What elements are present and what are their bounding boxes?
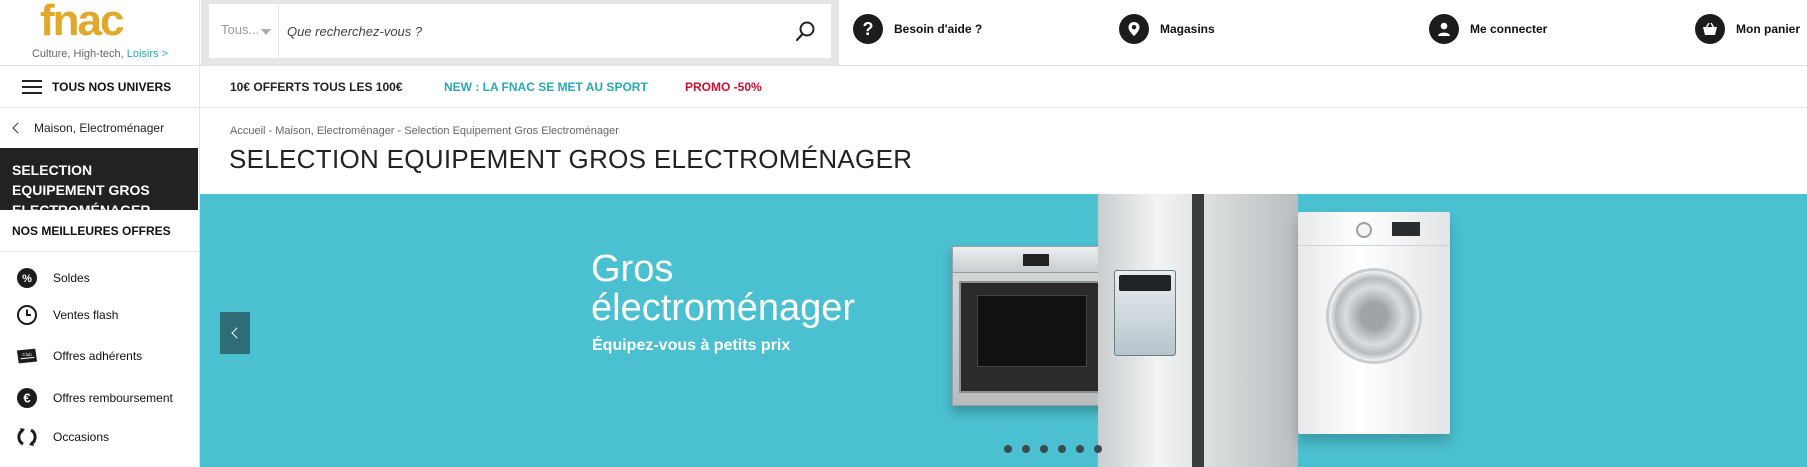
chevron-down-icon [261,29,271,35]
carousel-dot[interactable] [1058,445,1066,453]
promo-link-50-percent[interactable]: PROMO -50% [685,80,762,94]
banner-subtitle: Équipez-vous à petits prix [592,337,791,354]
sidebar-item-occasions[interactable]: Occasions [0,419,200,455]
sidebar-item-offres-adherents[interactable]: Club Offres adhérents [0,338,200,374]
sidebar-item-label: Ventes flash [53,308,119,322]
carousel-dot[interactable] [1076,445,1084,453]
banner-headline: Gros électroménager [591,250,855,328]
location-pin-icon [1119,14,1149,44]
all-universes-menu-button[interactable]: TOUS NOS UNIVERS [0,66,200,108]
hamburger-menu-icon [22,80,42,94]
carousel-prev-button[interactable] [220,312,250,354]
search-box: Tous... [209,4,831,58]
chevron-left-icon [231,327,243,339]
user-icon [1429,14,1459,44]
help-link[interactable]: ? Besoin d'aide ? [853,13,982,45]
sidebar-item-soldes[interactable]: % Soldes [0,260,200,296]
back-to-parent-category[interactable]: Maison, Electroménager [0,108,200,148]
search-category-value: Tous... [221,22,260,37]
breadcrumb-separator: - [265,125,276,137]
euro-icon: € [16,387,38,409]
search-category-select[interactable]: Tous... [209,4,279,58]
tagline-loisirs-link[interactable]: Loisirs > [127,48,168,60]
svg-text:€: € [23,391,30,406]
carousel-dot[interactable] [1022,445,1030,453]
all-universes-label: TOUS NOS UNIVERS [52,80,172,94]
promo-link-sport[interactable]: NEW : LA FNAC SE MET AU SPORT [444,80,648,94]
sidebar-item-label: Offres adhérents [53,349,143,363]
fnac-category-page: fnac Culture, High-tech, Loisirs > Tous.… [0,0,1807,467]
carousel-dot[interactable] [1004,445,1012,453]
hero-banner[interactable]: Gros électroménager Équipez-vous à petit… [200,194,1807,467]
search-input[interactable] [287,14,747,48]
help-icon: ? [853,14,883,44]
breadcrumb-separator: - [394,125,405,137]
best-offers-heading: NOS MEILLEURES OFFRES [0,210,200,252]
recycle-icon [16,426,38,448]
carousel-dot[interactable] [1040,445,1048,453]
sidebar-item-label: Soldes [53,271,90,285]
sidebar-item-label: Offres remboursement [53,391,173,405]
promo-navbar: TOUS NOS UNIVERS 10€ OFFERTS TOUS LES 10… [0,66,1807,108]
chevron-left-icon [12,122,24,134]
help-label: Besoin d'aide ? [894,22,983,36]
login-label: Me connecter [1470,22,1548,36]
promo-link-10-euros[interactable]: 10€ OFFERTS TOUS LES 100€ [230,80,403,94]
basket-icon [1695,14,1725,44]
svg-text:Club: Club [22,352,32,357]
banner-headline-line1: Gros [591,248,674,290]
breadcrumb-home[interactable]: Accueil [230,125,265,137]
search-bar: Tous... [201,0,839,66]
search-icon [795,21,815,42]
site-header: fnac Culture, High-tech, Loisirs > Tous.… [0,0,1807,66]
sidebar-item-label: Occasions [53,430,110,444]
login-link[interactable]: Me connecter [1429,13,1547,45]
banner-headline-line2: électroménager [591,287,856,329]
svg-text:%: % [22,273,32,285]
sidebar-item-ventes-flash[interactable]: Ventes flash [0,297,200,333]
clock-icon [16,304,38,326]
parent-category-label: Maison, Electroménager [34,121,165,135]
washing-machine-image [1298,212,1450,434]
breadcrumb-maison[interactable]: Maison, Electroménager [275,125,394,137]
tagline-text: Culture, High-tech, [31,48,127,60]
breadcrumb: Accueil - Maison, Electroménager - Selec… [230,125,619,137]
page-title: SELECTION EQUIPEMENT GROS ELECTROMÉNAGER [229,144,913,174]
logo-tagline: Culture, High-tech, Loisirs > [0,48,200,60]
carousel-dot[interactable] [1094,445,1102,453]
category-sidebar: Maison, Electroménager SELECTION EQUIPEM… [0,108,200,467]
fnac-logo: fnac [40,0,124,45]
fridge-image [1098,194,1298,467]
current-category-heading: SELECTION EQUIPEMENT GROS ELECTROMÉNAGER [0,148,198,218]
carousel-dots [1004,445,1112,453]
sidebar-item-offres-remboursement[interactable]: € Offres remboursement [0,380,200,416]
cart-link[interactable]: Mon panier [1695,13,1800,45]
oven-image [952,246,1110,406]
search-button[interactable] [793,18,819,44]
breadcrumb-current: Selection Equipement Gros Electroménager [404,125,619,137]
stores-link[interactable]: Magasins [1119,13,1215,45]
logo-link[interactable]: fnac Culture, High-tech, Loisirs > [0,0,200,66]
cart-label: Mon panier [1736,22,1801,36]
stores-label: Magasins [1160,22,1215,36]
club-card-icon: Club [16,345,38,367]
percent-icon: % [16,267,38,289]
